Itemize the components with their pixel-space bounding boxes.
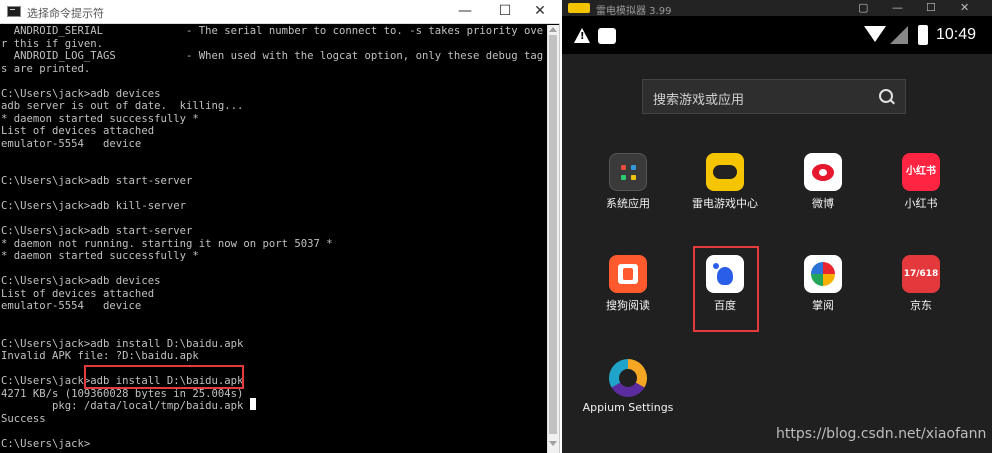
android-emulator-window[interactable]: 雷电模拟器 3.99 ▢ — ☐ ✕ ! 10:49 搜索游戏或应用 系统应用 … bbox=[562, 0, 992, 453]
app-label: 搜狗阅读 bbox=[606, 299, 650, 312]
console-line: Invalid APK file: ?D:\baidu.apk bbox=[1, 350, 199, 362]
scroll-up-arrow-icon[interactable] bbox=[549, 27, 557, 32]
console-line: C:\Users\jack>adb install D:\baidu.apk bbox=[1, 337, 244, 350]
battery-icon bbox=[918, 25, 928, 45]
console-line: * daemon not running. starting it now on… bbox=[1, 237, 333, 250]
app-label: 京东 bbox=[910, 299, 932, 312]
install-command-highlight bbox=[84, 365, 244, 389]
emulator-maximize-button[interactable]: ☐ bbox=[926, 1, 936, 14]
console-line: C:\Users\jack>adb devices bbox=[1, 87, 161, 100]
warning-mark: ! bbox=[580, 31, 585, 42]
xiaohongshu-icon: 小红书 bbox=[902, 153, 940, 191]
app-system-apps[interactable]: 系统应用 bbox=[589, 153, 667, 225]
app-label: 雷电游戏中心 bbox=[692, 197, 758, 210]
console-line: C:\Users\jack>adb start-server bbox=[1, 175, 193, 187]
app-weibo[interactable]: 微博 bbox=[784, 153, 862, 225]
scroll-down-arrow-icon[interactable] bbox=[549, 441, 557, 446]
console-line: List of devices attached bbox=[1, 125, 155, 137]
app-label: 掌阅 bbox=[812, 299, 834, 312]
app-game-center[interactable]: 雷电游戏中心 bbox=[686, 153, 764, 225]
console-line: 4271 KB/s (109360028 bytes in 25.004s) bbox=[1, 387, 244, 400]
cmd-title-bar[interactable]: 选择命令提示符 — ☐ ✕ bbox=[0, 0, 560, 24]
app-label: 微博 bbox=[812, 197, 834, 210]
scrollbar-thumb[interactable] bbox=[549, 35, 557, 434]
app-sogou-reader[interactable]: 搜狗阅读 bbox=[589, 255, 667, 327]
app-label: 系统应用 bbox=[606, 197, 650, 210]
console-line: emulator-5554 device bbox=[1, 137, 142, 150]
console-line: * daemon started successfully * bbox=[1, 250, 199, 262]
text-cursor bbox=[250, 398, 256, 410]
status-time: 10:49 bbox=[936, 26, 977, 43]
android-home-screen[interactable]: 搜索游戏或应用 系统应用 雷电游戏中心 微博 小红书 小红书 搜狗阅读 百度 掌… bbox=[562, 54, 992, 453]
sogou-reader-icon bbox=[609, 255, 647, 293]
app-zhangyue[interactable]: 掌阅 bbox=[784, 255, 862, 327]
app-appium-settings[interactable]: Appium Settings bbox=[583, 359, 673, 431]
system-apps-icon bbox=[609, 153, 647, 191]
console-line: r this if given. bbox=[1, 37, 104, 50]
console-output[interactable]: ANDROID_SERIAL - The serial number to co… bbox=[1, 25, 546, 453]
watermark: https://blog.csdn.net/xiaofann bbox=[776, 426, 987, 442]
app-jd[interactable]: 17/618 京东 bbox=[882, 255, 960, 327]
console-line: Success bbox=[1, 412, 46, 425]
emulator-menu-button[interactable]: ▢ bbox=[858, 1, 868, 14]
app-label: 小红书 bbox=[904, 197, 938, 210]
console-line: adb server is out of date. killing... bbox=[1, 100, 244, 112]
emulator-logo-icon bbox=[568, 3, 590, 13]
console-line: C:\Users\jack>adb kill-server bbox=[1, 200, 186, 212]
weibo-icon bbox=[804, 153, 842, 191]
game-center-icon bbox=[706, 153, 744, 191]
console-line: * daemon started successfully * bbox=[1, 112, 199, 125]
console-line: List of devices attached bbox=[1, 287, 155, 300]
app-search-bar[interactable]: 搜索游戏或应用 bbox=[642, 79, 906, 114]
console-line: emulator-5554 device bbox=[1, 300, 142, 312]
app-label: Appium Settings bbox=[582, 401, 674, 414]
console-line: ANDROID_LOG_TAGS - When used with the lo… bbox=[1, 50, 544, 62]
console-line: s are printed. bbox=[1, 62, 91, 75]
minimize-button[interactable]: — bbox=[445, 0, 485, 24]
emulator-minimize-button[interactable]: — bbox=[892, 1, 903, 14]
cmd-app-icon bbox=[7, 6, 21, 17]
android-status-bar: ! 10:49 bbox=[562, 16, 992, 54]
maximize-button[interactable]: ☐ bbox=[485, 0, 525, 24]
zhangyue-icon bbox=[804, 255, 842, 293]
emulator-close-button[interactable]: ✕ bbox=[960, 1, 969, 14]
cmd-window-title: 选择命令提示符 bbox=[27, 7, 104, 20]
console-line: ANDROID_SERIAL - The serial number to co… bbox=[1, 25, 544, 37]
jd-icon: 17/618 bbox=[902, 255, 940, 293]
search-placeholder: 搜索游戏或应用 bbox=[653, 93, 745, 108]
appium-settings-icon bbox=[609, 359, 647, 397]
console-line: C:\Users\jack>adb start-server bbox=[1, 225, 193, 237]
search-icon[interactable] bbox=[879, 89, 893, 103]
console-line: C:\Users\jack> bbox=[1, 437, 91, 450]
notification-icon bbox=[598, 28, 616, 44]
baidu-highlight bbox=[693, 246, 759, 332]
cell-signal-icon bbox=[890, 26, 908, 44]
wifi-icon bbox=[864, 26, 886, 42]
command-prompt-window[interactable]: 选择命令提示符 — ☐ ✕ ANDROID_SERIAL - The seria… bbox=[0, 0, 560, 453]
emulator-title: 雷电模拟器 3.99 bbox=[596, 6, 672, 17]
app-xiaohongshu[interactable]: 小红书 小红书 bbox=[882, 153, 960, 225]
emulator-title-bar[interactable]: 雷电模拟器 3.99 ▢ — ☐ ✕ bbox=[562, 0, 992, 17]
console-line: C:\Users\jack>adb devices bbox=[1, 275, 161, 287]
console-line: pkg: /data/local/tmp/baidu.apk bbox=[1, 400, 244, 412]
close-button[interactable]: ✕ bbox=[520, 0, 560, 24]
